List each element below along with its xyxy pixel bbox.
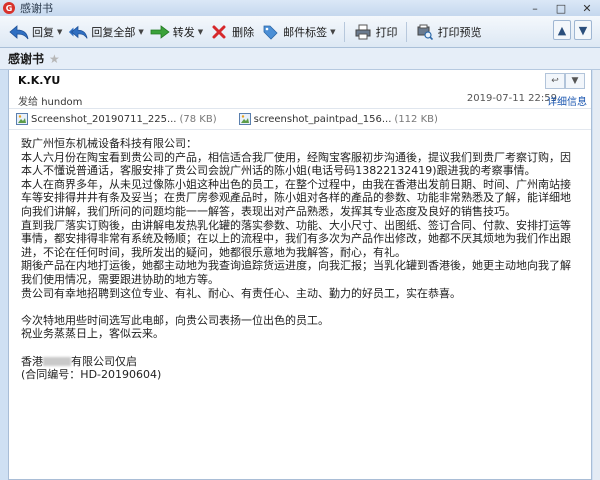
body-paragraph: 本人在商界多年，从未见过像陈小姐这种出色的员工，在整个过程中，由我在香港出发前日… xyxy=(21,177,571,218)
quick-reply-button[interactable]: ↩ xyxy=(545,73,565,89)
message-menu-button[interactable]: ▼ xyxy=(565,73,585,89)
mail-tag-button[interactable]: 邮件标签 ▼ xyxy=(257,20,338,44)
signature-suffix: 有限公司仅启 xyxy=(71,354,137,368)
body-paragraph: 贵公司有幸地招聘到这位专业、有礼、耐心、有责任心、主动、勤力的好员工，实在恭喜。 xyxy=(21,286,461,300)
delete-icon xyxy=(209,23,229,41)
minimize-button[interactable]: – xyxy=(522,0,548,16)
to-label: 发给 xyxy=(18,97,38,108)
signature-prefix: 香港 xyxy=(21,354,43,368)
mail-tag-label: 邮件标签 xyxy=(283,25,328,39)
app-logo-icon: G xyxy=(3,2,15,14)
details-link[interactable]: 详细信息 xyxy=(547,93,587,108)
body-paragraph: 祝业务蒸蒸日上，客似云来。 xyxy=(21,327,164,341)
forward-button[interactable]: 转发 ▼ xyxy=(147,20,206,44)
reply-label: 回复 xyxy=(32,25,54,39)
reply-button[interactable]: 回复 ▼ xyxy=(6,20,65,44)
body-paragraph: 今次特地用些时间选写此电邮，向贵公司表扬一位出色的员工。 xyxy=(21,313,329,327)
scrollbar[interactable] xyxy=(593,70,600,480)
body-paragraph: 直到我厂落实订购後，由讲解电发热乳化罐的落实参数、功能、大小尺寸、出图纸、签订合… xyxy=(21,218,571,259)
maximize-button[interactable]: □ xyxy=(548,0,574,16)
tag-icon xyxy=(260,23,280,41)
subject-bar: 感谢书 ★ xyxy=(0,48,600,70)
print-label: 打印 xyxy=(375,25,398,39)
delete-button[interactable]: 删除 xyxy=(206,20,257,44)
print-button[interactable]: 打印 xyxy=(350,20,401,44)
print-preview-label: 打印预览 xyxy=(437,25,482,39)
print-preview-icon xyxy=(415,23,435,41)
message-navigation: ▲ ▼ xyxy=(553,20,592,40)
message-panel: K.K.YU ↩ ▼ 发给 hundom 2019-07-11 22:59 详细… xyxy=(8,70,592,480)
message-body: 致广州恒东机械设备科技有限公司： 本人六月份在陶宝看到贵公司的产品，相信适合我厂… xyxy=(21,137,581,382)
recipient-line: 发给 hundom xyxy=(18,93,82,108)
body-greeting: 致广州恒东机械设备科技有限公司： xyxy=(21,137,197,150)
recipient-name[interactable]: hundom xyxy=(41,97,82,108)
contract-number: (合同编号：HD-20190604) xyxy=(21,368,162,382)
image-file-icon xyxy=(16,113,28,125)
reply-all-button[interactable]: 回复全部 ▼ xyxy=(65,20,146,44)
image-file-icon xyxy=(238,113,251,125)
print-icon xyxy=(353,23,373,41)
toolbar-divider xyxy=(343,21,345,42)
header-divider xyxy=(9,108,591,109)
signature-line: 香港 有限公司仅启 xyxy=(21,355,581,369)
forward-label: 转发 xyxy=(172,25,195,39)
sender-name[interactable]: K.K.YU xyxy=(18,74,60,87)
mail-tag-dropdown-icon[interactable]: ▼ xyxy=(330,28,335,36)
attachment-list: Screenshot_20190711_225... (78 KB) scree… xyxy=(16,111,460,127)
previous-message-button[interactable]: ▲ xyxy=(553,20,571,40)
reply-icon xyxy=(9,23,29,41)
close-button[interactable]: ✕ xyxy=(574,0,600,16)
reply-all-label: 回复全部 xyxy=(91,25,136,39)
window-controls: – □ ✕ xyxy=(522,0,600,16)
reply-all-icon xyxy=(68,23,88,41)
attachment-item[interactable]: Screenshot_20190711_225... (78 KB) xyxy=(16,113,217,125)
attachment-size: (112 KB) xyxy=(394,113,438,125)
toolbar: 回复 ▼ 回复全部 ▼ 转发 ▼ 删除 邮件标签 ▼ 打印 打印预览 xyxy=(0,16,600,48)
attachment-item[interactable]: screenshot_paintpad_156... (112 KB) xyxy=(238,113,438,125)
attachment-name: Screenshot_20190711_225... xyxy=(31,113,177,125)
window-title: 感谢书 xyxy=(20,2,53,15)
body-paragraph: 期後产品在内地打运後，她都主动地为我查询追踪货运进度，向我汇报；当乳化罐到香港後… xyxy=(21,259,571,286)
next-message-button[interactable]: ▼ xyxy=(574,20,592,40)
body-paragraph: 本人六月份在陶宝看到贵公司的产品，相信适合我厂使用，经陶宝客服初步沟通後，提议我… xyxy=(21,150,571,178)
attachment-size: (78 KB) xyxy=(179,113,217,125)
message-subject: 感谢书 xyxy=(8,52,45,66)
toolbar-divider xyxy=(405,21,407,42)
title-bar: G 感谢书 – □ ✕ xyxy=(0,0,600,16)
attachment-divider xyxy=(9,129,591,130)
print-preview-button[interactable]: 打印预览 xyxy=(412,20,485,44)
star-icon[interactable]: ★ xyxy=(49,52,60,66)
forward-dropdown-icon[interactable]: ▼ xyxy=(198,28,203,36)
reply-dropdown-icon[interactable]: ▼ xyxy=(57,28,62,36)
attachment-name: screenshot_paintpad_156... xyxy=(253,113,392,125)
delete-label: 删除 xyxy=(232,25,255,39)
forward-icon xyxy=(150,23,170,41)
redacted-text xyxy=(43,357,71,366)
message-date: 2019-07-11 22:59 xyxy=(466,93,557,104)
header-actions: ↩ ▼ xyxy=(545,73,585,89)
reply-all-dropdown-icon[interactable]: ▼ xyxy=(138,28,143,36)
